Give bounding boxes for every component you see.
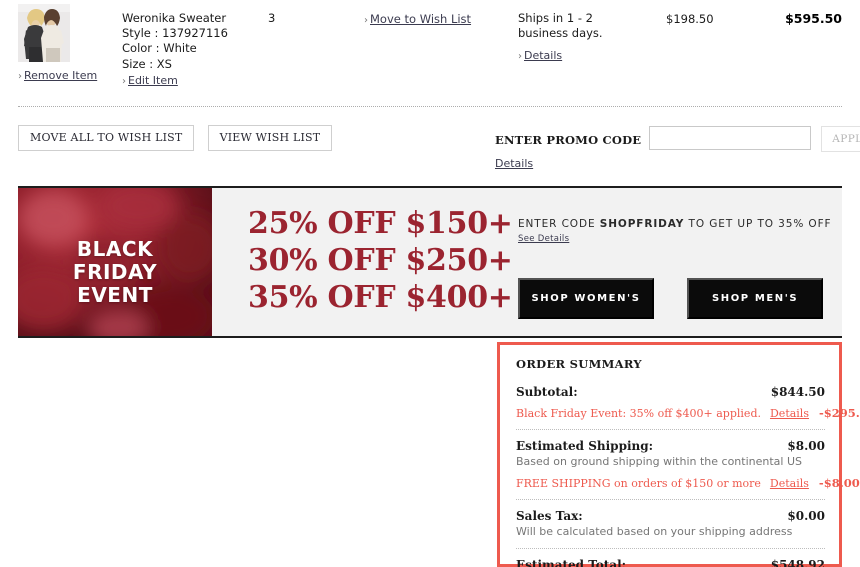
product-thumbnail-column: › Remove Item <box>18 4 113 83</box>
view-wish-list-button[interactable]: VIEW WISH LIST <box>207 125 333 151</box>
banner-shop-buttons: SHOP WOMEN'S SHOP MEN'S <box>518 278 824 319</box>
banner-event-title: BLACK FRIDAY EVENT <box>18 238 212 307</box>
sales-tax-row: Sales Tax: $0.00 <box>516 509 825 523</box>
product-thumbnail[interactable] <box>18 4 70 62</box>
product-quantity: 3 <box>268 11 276 25</box>
product-color: Color : White <box>122 41 197 56</box>
sales-tax-note: Will be calculated based on your shippin… <box>516 525 793 538</box>
banner-event-line-1: BLACK <box>76 237 154 261</box>
order-summary-title: ORDER SUMMARY <box>516 357 642 371</box>
promo-details-label[interactable]: Details <box>495 157 533 170</box>
banner-bottom-rule <box>18 336 842 338</box>
promo-discount-row: Black Friday Event: 35% off $400+ applie… <box>516 406 860 420</box>
banner-offer-1: 25% OFF $150+ <box>248 206 513 241</box>
promo-discount-text: Black Friday Event: 35% off $400+ applie… <box>516 407 809 420</box>
banner-code: SHOPFRIDAY <box>599 218 685 230</box>
shipping-details-link[interactable]: › Details <box>518 49 638 62</box>
apply-promo-button[interactable]: APPLY <box>821 126 860 152</box>
promo-code-section: ENTER PROMO CODE APPLY Details <box>495 126 860 170</box>
shipping-note: Based on ground shipping within the cont… <box>516 455 802 468</box>
product-description-column: Weronika Sweater Style : 137927116 Color… <box>122 11 252 89</box>
ship-time-line-1: Ships in 1 - 2 <box>518 11 593 25</box>
move-all-to-wish-list-button[interactable]: MOVE ALL TO WISH LIST <box>18 125 195 151</box>
shipping-details-label[interactable]: Details <box>524 49 562 62</box>
edit-item-label[interactable]: Edit Item <box>128 74 178 87</box>
promo-discount-details-link[interactable]: Details <box>770 407 809 420</box>
shipping-label: Estimated Shipping: <box>516 439 654 453</box>
subtotal-row: Subtotal: $844.50 <box>516 385 825 399</box>
promo-discount-label: Black Friday Event: 35% off $400+ applie… <box>516 407 761 420</box>
free-shipping-row: FREE SHIPPING on orders of $150 or more D… <box>516 476 860 490</box>
black-friday-banner: BLACK FRIDAY EVENT 25% OFF $150+ 30% OFF… <box>18 188 842 336</box>
remove-item-link[interactable]: › Remove Item <box>18 69 113 83</box>
banner-see-details-link[interactable]: See Details <box>518 234 569 244</box>
cart-item-row: › Remove Item Weronika Sweater Style : 13… <box>0 0 860 106</box>
banner-see-details-label[interactable]: See Details <box>518 234 569 244</box>
free-shipping-details-link[interactable]: Details <box>770 477 809 490</box>
move-to-wish-list-label[interactable]: Move to Wish List <box>370 12 471 26</box>
estimated-total-label: Estimated Total: <box>516 558 627 567</box>
sales-tax-value: $0.00 <box>787 509 825 523</box>
banner-event-line-3: EVENT <box>77 283 153 307</box>
estimated-total-row: Estimated Total: $548.92 <box>516 558 825 567</box>
banner-code-suffix: TO GET UP TO 35% OFF <box>684 218 832 230</box>
remove-item-label[interactable]: Remove Item <box>24 69 97 82</box>
shipping-info-column: Ships in 1 - 2 business days. › Details <box>518 11 638 62</box>
move-to-wish-list-link[interactable]: › Move to Wish List <box>364 12 471 26</box>
banner-code-prefix: ENTER CODE <box>518 218 600 230</box>
summary-divider-3 <box>516 548 825 549</box>
shipping-value: $8.00 <box>787 439 825 453</box>
order-summary-panel: ORDER SUMMARY Subtotal: $844.50 Black Fr… <box>497 342 860 567</box>
promo-discount-value: -$295.58 <box>818 406 860 420</box>
promo-details-link[interactable]: Details <box>495 157 845 170</box>
free-shipping-value: -$8.00 <box>818 476 860 490</box>
ship-time-line-2: business days. <box>518 26 603 41</box>
wish-list-actions: MOVE ALL TO WISH LIST VIEW WISH LIST <box>18 125 340 151</box>
free-shipping-text: FREE SHIPPING on orders of $150 or more D… <box>516 477 809 490</box>
promo-code-input[interactable] <box>649 126 812 150</box>
product-name: Weronika Sweater <box>122 11 227 25</box>
product-style: Style : 137927116 <box>122 26 228 41</box>
summary-divider-1 <box>516 429 825 430</box>
product-size: Size : XS <box>122 56 172 71</box>
edit-item-link[interactable]: › Edit Item <box>122 73 252 89</box>
banner-event-line-2: FRIDAY <box>72 260 158 284</box>
banner-offer-3: 35% OFF $400+ <box>248 280 513 315</box>
free-shipping-label: FREE SHIPPING on orders of $150 or more <box>516 477 761 490</box>
banner-code-copy: ENTER CODE SHOPFRIDAY TO GET UP TO 35% O… <box>518 218 842 230</box>
shipping-row: Estimated Shipping: $8.00 <box>516 439 825 453</box>
product-unit-price: $198.50 <box>666 12 714 26</box>
banner-offers: 25% OFF $150+ 30% OFF $250+ 35% OFF $400… <box>248 205 513 316</box>
shop-womens-button[interactable]: SHOP WOMEN'S <box>518 278 654 319</box>
summary-divider-2 <box>516 499 825 500</box>
shopping-bag-page: › Remove Item Weronika Sweater Style : 13… <box>0 0 860 567</box>
product-line-total: $595.50 <box>785 11 842 26</box>
subtotal-value: $844.50 <box>770 385 825 399</box>
estimated-total-value: $548.92 <box>770 558 825 567</box>
subtotal-label: Subtotal: <box>516 385 578 399</box>
cart-items-divider <box>18 106 842 107</box>
promo-code-label: ENTER PROMO CODE <box>495 133 642 147</box>
sales-tax-label: Sales Tax: <box>516 509 583 523</box>
shop-mens-button[interactable]: SHOP MEN'S <box>687 278 824 319</box>
banner-offer-2: 30% OFF $250+ <box>248 243 513 278</box>
